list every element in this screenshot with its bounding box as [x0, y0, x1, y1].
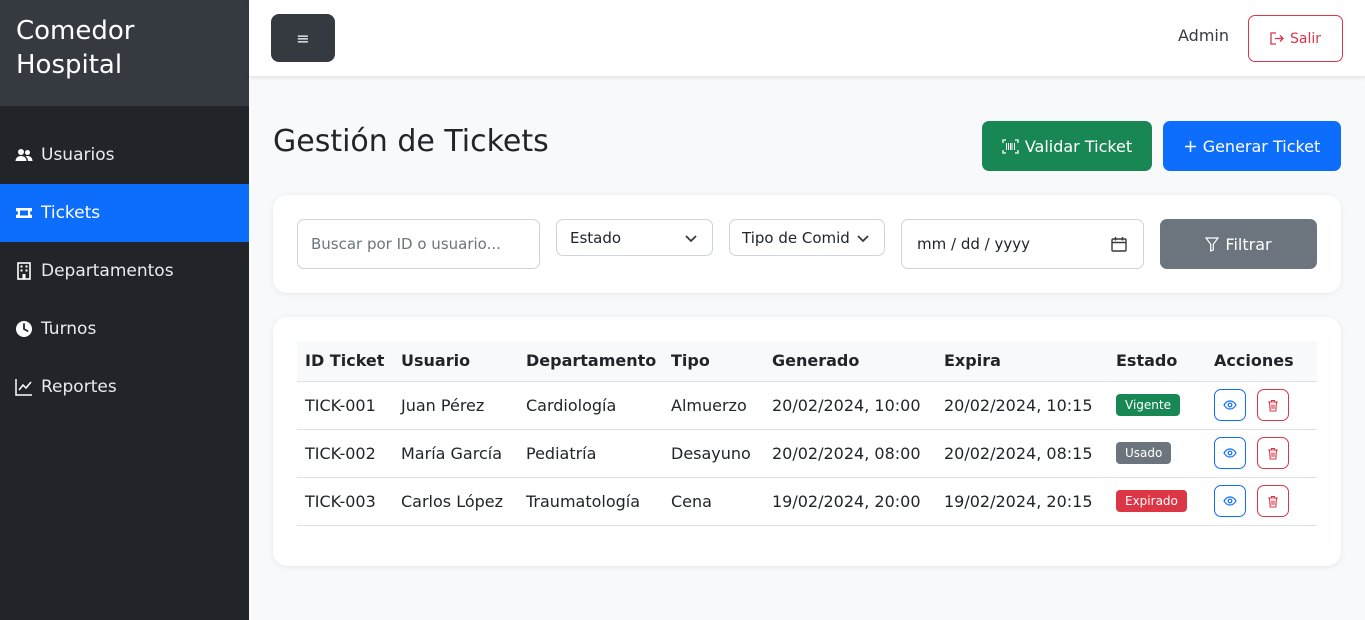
sidebar-item-departamentos[interactable]: Departamentos [0, 242, 249, 300]
status-badge: Vigente [1116, 394, 1180, 416]
ticket-user: Juan Pérez [393, 381, 518, 430]
chevron-down-icon [685, 235, 697, 243]
estado-select-value: Estado [570, 228, 622, 247]
delete-button[interactable] [1257, 485, 1290, 517]
chart-line-icon [15, 378, 33, 396]
trash-icon [1268, 495, 1279, 508]
filter-button-label: Filtrar [1225, 234, 1272, 254]
ticket-expires: 20/02/2024, 10:15 [936, 381, 1108, 430]
eye-icon [1223, 400, 1237, 410]
ticket-generated: 19/02/2024, 20:00 [764, 477, 936, 526]
table-row: TICK-003 Carlos López Traumatología Cena… [297, 477, 1317, 526]
funnel-icon [1205, 236, 1220, 252]
trash-icon [1268, 447, 1279, 460]
view-button[interactable] [1214, 389, 1246, 421]
column-header: Estado [1108, 341, 1206, 382]
users-icon [15, 146, 33, 164]
ticket-expires: 19/02/2024, 20:15 [936, 477, 1108, 526]
topbar: ≡ Admin Salir [249, 0, 1365, 77]
trash-icon [1268, 399, 1279, 412]
calendar-icon[interactable] [1111, 236, 1127, 252]
column-header: Acciones [1206, 341, 1317, 382]
ticket-id: TICK-002 [297, 429, 393, 478]
sidebar-item-label: Turnos [41, 319, 97, 339]
clock-icon [15, 320, 33, 338]
logout-button[interactable]: Salir [1248, 15, 1343, 62]
ticket-type: Desayuno [663, 429, 764, 478]
ticket-user: Carlos López [393, 477, 518, 526]
table-row: TICK-002 María García Pediatría Desayuno… [297, 429, 1317, 478]
delete-button[interactable] [1257, 389, 1290, 421]
table-header-row: ID Ticket Usuario Departamento Tipo Gene… [297, 341, 1317, 382]
table-row: TICK-001 Juan Pérez Cardiología Almuerzo… [297, 381, 1317, 430]
page-title: Gestión de Tickets [273, 124, 549, 159]
eye-icon [1223, 448, 1237, 458]
column-header: Tipo [663, 341, 764, 382]
sidebar-item-label: Departamentos [41, 261, 174, 281]
ticket-department: Traumatología [518, 477, 663, 526]
date-input[interactable]: mm / dd / yyyy [901, 219, 1144, 269]
brand-line-1: Comedor [16, 16, 135, 46]
search-placeholder: Buscar por ID o usuario... [311, 235, 501, 253]
tipo-comida-select[interactable]: Tipo de Comida [729, 219, 885, 256]
status-badge: Expirado [1116, 490, 1187, 512]
ticket-generated: 20/02/2024, 08:00 [764, 429, 936, 478]
ticket-id: TICK-001 [297, 381, 393, 430]
barcode-scan-icon [1002, 138, 1019, 154]
tipo-comida-select-value: Tipo de Comida [742, 228, 850, 247]
column-header: Usuario [393, 341, 518, 382]
status-badge: Usado [1116, 442, 1172, 464]
generate-ticket-label: Generar Ticket [1202, 136, 1321, 156]
search-input[interactable]: Buscar por ID o usuario... [297, 219, 540, 269]
date-input-value: mm / dd / yyyy [917, 235, 1030, 253]
plus-icon [1184, 140, 1196, 152]
column-header: ID Ticket [297, 341, 393, 382]
tickets-table: ID Ticket Usuario Departamento Tipo Gene… [297, 341, 1317, 526]
brand: Comedor Hospital [0, 0, 249, 106]
estado-select[interactable]: Estado [556, 219, 713, 256]
logout-label: Salir [1289, 30, 1321, 47]
validate-ticket-button[interactable]: Validar Ticket [982, 121, 1152, 171]
sidebar-item-label: Reportes [41, 377, 117, 397]
sidebar-item-reportes[interactable]: Reportes [0, 358, 249, 416]
sidebar-item-usuarios[interactable]: Usuarios [0, 126, 249, 184]
filter-card: Buscar por ID o usuario... Estado Tipo d… [273, 195, 1341, 293]
eye-icon [1223, 496, 1237, 506]
ticket-id: TICK-003 [297, 477, 393, 526]
sidebar-item-tickets[interactable]: Tickets [0, 184, 249, 242]
building-icon [15, 262, 33, 280]
tickets-table-card: ID Ticket Usuario Departamento Tipo Gene… [273, 317, 1341, 566]
sidebar: Comedor Hospital Usuarios Tickets Depart… [0, 0, 249, 620]
ticket-type: Almuerzo [663, 381, 764, 430]
column-header: Expira [936, 341, 1108, 382]
validate-ticket-label: Validar Ticket [1024, 136, 1133, 156]
filter-button[interactable]: Filtrar [1160, 219, 1317, 269]
ticket-generated: 20/02/2024, 10:00 [764, 381, 936, 430]
ticket-user: María García [393, 429, 518, 478]
ticket-expires: 20/02/2024, 08:15 [936, 429, 1108, 478]
ticket-icon [15, 204, 33, 222]
view-button[interactable] [1214, 485, 1246, 517]
menu-toggle-button[interactable]: ≡ [271, 14, 335, 62]
generate-ticket-button[interactable]: Generar Ticket [1163, 121, 1341, 171]
ticket-department: Pediatría [518, 429, 663, 478]
sidebar-item-label: Tickets [41, 203, 101, 223]
delete-button[interactable] [1257, 437, 1290, 469]
view-button[interactable] [1214, 437, 1246, 469]
chevron-down-icon [857, 235, 869, 243]
user-name: Admin [1178, 26, 1229, 45]
column-header: Generado [764, 341, 936, 382]
hamburger-icon: ≡ [296, 28, 310, 48]
sidebar-nav: Usuarios Tickets Departamentos Turnos Re… [0, 126, 249, 416]
ticket-department: Cardiología [518, 381, 663, 430]
column-header: Departamento [518, 341, 663, 382]
sign-out-icon [1270, 32, 1284, 45]
sidebar-item-turnos[interactable]: Turnos [0, 300, 249, 358]
sidebar-item-label: Usuarios [41, 145, 115, 165]
ticket-type: Cena [663, 477, 764, 526]
brand-line-2: Hospital [16, 50, 123, 80]
